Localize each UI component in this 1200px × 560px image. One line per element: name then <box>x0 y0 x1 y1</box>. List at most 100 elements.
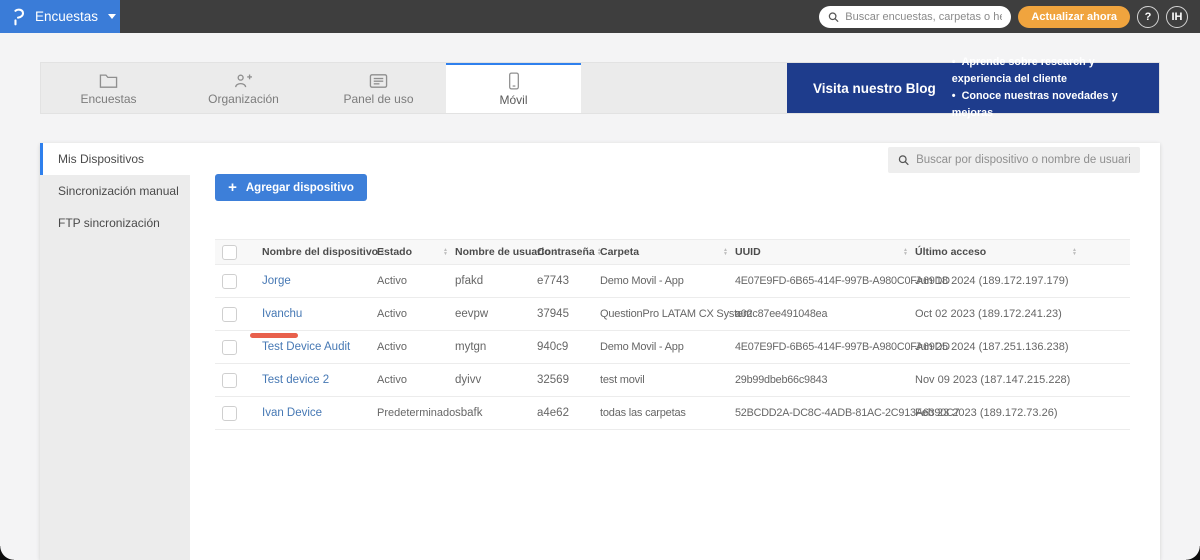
ultimo-acceso-cell: Jun 25 2024 (187.251.136.238) <box>915 341 1130 353</box>
search-icon <box>828 11 839 23</box>
app-menu-label: Encuestas <box>35 9 98 24</box>
contrasena-cell: 37945 <box>537 308 600 320</box>
usuario-cell: eevpw <box>455 308 537 320</box>
ultimo-acceso-cell: Feb 23 2023 (189.172.73.26) <box>915 407 1130 419</box>
tab-encuestas[interactable]: Encuestas <box>41 63 176 113</box>
sort-icon[interactable] <box>1070 246 1079 258</box>
chevron-down-icon <box>108 14 116 19</box>
sidebar-item-sincronizacion-manual[interactable]: Sincronización manual <box>40 175 190 207</box>
tab-label: Móvil <box>499 93 527 107</box>
usuario-cell: sbafk <box>455 407 537 419</box>
contrasena-cell: 940c9 <box>537 341 600 353</box>
organization-icon <box>234 73 253 89</box>
estado-cell: Predeterminado <box>377 407 455 419</box>
table-row: Test device 2 Activo dyivv 32569 test mo… <box>215 364 1130 397</box>
column-header: Estado <box>377 246 412 258</box>
blog-banner-title: Visita nuestro Blog <box>813 81 936 96</box>
ultimo-acceso-cell: Oct 02 2023 (189.172.241.23) <box>915 308 1130 320</box>
device-search-input[interactable] <box>916 154 1130 166</box>
questionpro-logo-icon <box>11 7 27 27</box>
row-checkbox[interactable] <box>222 373 237 388</box>
avatar[interactable]: IH <box>1166 6 1188 28</box>
add-device-label: Agregar dispositivo <box>246 182 354 194</box>
row-checkbox[interactable] <box>222 406 237 421</box>
main-panel: + Agregar dispositivo Nombre del disposi… <box>190 143 1160 560</box>
row-checkbox[interactable] <box>222 307 237 322</box>
tab-organizacion[interactable]: Organización <box>176 63 311 113</box>
row-checkbox[interactable] <box>222 340 237 355</box>
global-search-input[interactable] <box>845 11 1002 23</box>
estado-cell: Activo <box>377 341 455 353</box>
blog-banner-bullets: Aprende sobre research y experiencia del… <box>952 54 1147 122</box>
sidebar-item-ftp-sincronizacion[interactable]: FTP sincronización <box>40 207 190 239</box>
uuid-cell: 29b99dbeb66c9843 <box>735 374 915 386</box>
select-all-checkbox[interactable] <box>222 245 237 260</box>
table-row: Jorge Activo pfakd e7743 Demo Movil - Ap… <box>215 265 1130 298</box>
update-now-button[interactable]: Actualizar ahora <box>1018 6 1130 28</box>
row-checkbox[interactable] <box>222 274 237 289</box>
device-name-link[interactable]: Jorge <box>262 275 291 287</box>
global-search <box>819 6 1011 28</box>
device-name-link[interactable]: Ivan Device <box>262 407 322 419</box>
device-name-link[interactable]: Test Device Audit <box>262 341 350 353</box>
usage-panel-icon <box>369 73 388 89</box>
contrasena-cell: 32569 <box>537 374 600 386</box>
topbar-actions: Actualizar ahora ? IH <box>819 6 1200 28</box>
estado-cell: Activo <box>377 308 455 320</box>
plus-icon: + <box>228 180 237 195</box>
content-card: Mis Dispositivos Sincronización manual F… <box>40 143 1160 560</box>
contrasena-cell: e7743 <box>537 275 600 287</box>
estado-cell: Activo <box>377 374 455 386</box>
ultimo-acceso-cell: Jun 18 2024 (189.172.197.179) <box>915 275 1130 287</box>
contrasena-cell: a4e62 <box>537 407 600 419</box>
help-button[interactable]: ? <box>1137 6 1159 28</box>
tab-movil[interactable]: Móvil <box>446 63 581 113</box>
usuario-cell: mytgn <box>455 341 537 353</box>
device-search <box>888 147 1140 173</box>
sort-icon[interactable] <box>441 246 450 258</box>
column-header: Último acceso <box>915 246 986 258</box>
app-menu[interactable]: Encuestas <box>0 0 120 33</box>
sidebar-item-mis-dispositivos[interactable]: Mis Dispositivos <box>40 143 190 175</box>
blog-banner-bullet: Aprende sobre research y experiencia del… <box>952 54 1147 88</box>
table-body: Jorge Activo pfakd e7743 Demo Movil - Ap… <box>215 265 1130 430</box>
column-header: Nombre del dispositivo <box>262 246 378 258</box>
sort-icon[interactable] <box>721 246 730 258</box>
usuario-cell: dyivv <box>455 374 537 386</box>
annotation-underline <box>250 333 298 338</box>
uuid-cell: 4E07E9FD-6B65-414F-997B-A980C0FA69DD <box>735 341 915 353</box>
folder-icon <box>99 73 118 89</box>
table-row: Ivanchu Activo eevpw 37945 QuestionPro L… <box>215 298 1130 331</box>
estado-cell: Activo <box>377 275 455 287</box>
tab-panel-de-uso[interactable]: Panel de uso <box>311 63 446 113</box>
carpeta-cell: QuestionPro LATAM CX System <box>600 308 735 320</box>
devices-table: Nombre del dispositivo Estado Nombre de … <box>215 239 1130 430</box>
window-corner <box>1186 546 1200 560</box>
add-device-button[interactable]: + Agregar dispositivo <box>215 174 367 201</box>
column-header: Carpeta <box>600 246 639 258</box>
carpeta-cell: todas las carpetas <box>600 407 735 419</box>
mobile-icon <box>507 72 521 90</box>
uuid-cell: 52BCDD2A-DC8C-4ADB-81AC-2C913A6390C7 <box>735 407 915 419</box>
blog-banner[interactable]: Visita nuestro Blog Aprende sobre resear… <box>787 63 1159 113</box>
search-icon <box>898 154 909 166</box>
column-header: UUID <box>735 246 761 258</box>
carpeta-cell: test movil <box>600 374 735 386</box>
table-row: Ivan Device Predeterminado sbafk a4e62 t… <box>215 397 1130 430</box>
column-header: Contraseña <box>537 246 595 258</box>
carpeta-cell: Demo Movil - App <box>600 275 735 287</box>
window-corner <box>0 546 14 560</box>
tab-label: Encuestas <box>80 92 136 106</box>
table-row: Test Device Audit Activo mytgn 940c9 Dem… <box>215 331 1130 364</box>
tab-label: Organización <box>208 92 279 106</box>
device-name-link[interactable]: Ivanchu <box>262 308 302 320</box>
sort-icon[interactable] <box>901 246 910 258</box>
usuario-cell: pfakd <box>455 275 537 287</box>
sidebar: Mis Dispositivos Sincronización manual F… <box>40 143 190 560</box>
tab-strip: Encuestas Organización Panel de uso Móvi… <box>40 62 1160 114</box>
uuid-cell: 4E07E9FD-6B65-414F-997B-A980C0FA69DD <box>735 275 915 287</box>
device-name-link[interactable]: Test device 2 <box>262 374 329 386</box>
ultimo-acceso-cell: Nov 09 2023 (187.147.215.228) <box>915 374 1130 386</box>
tab-label: Panel de uso <box>343 92 413 106</box>
uuid-cell: a02c87ee491048ea <box>735 308 915 320</box>
